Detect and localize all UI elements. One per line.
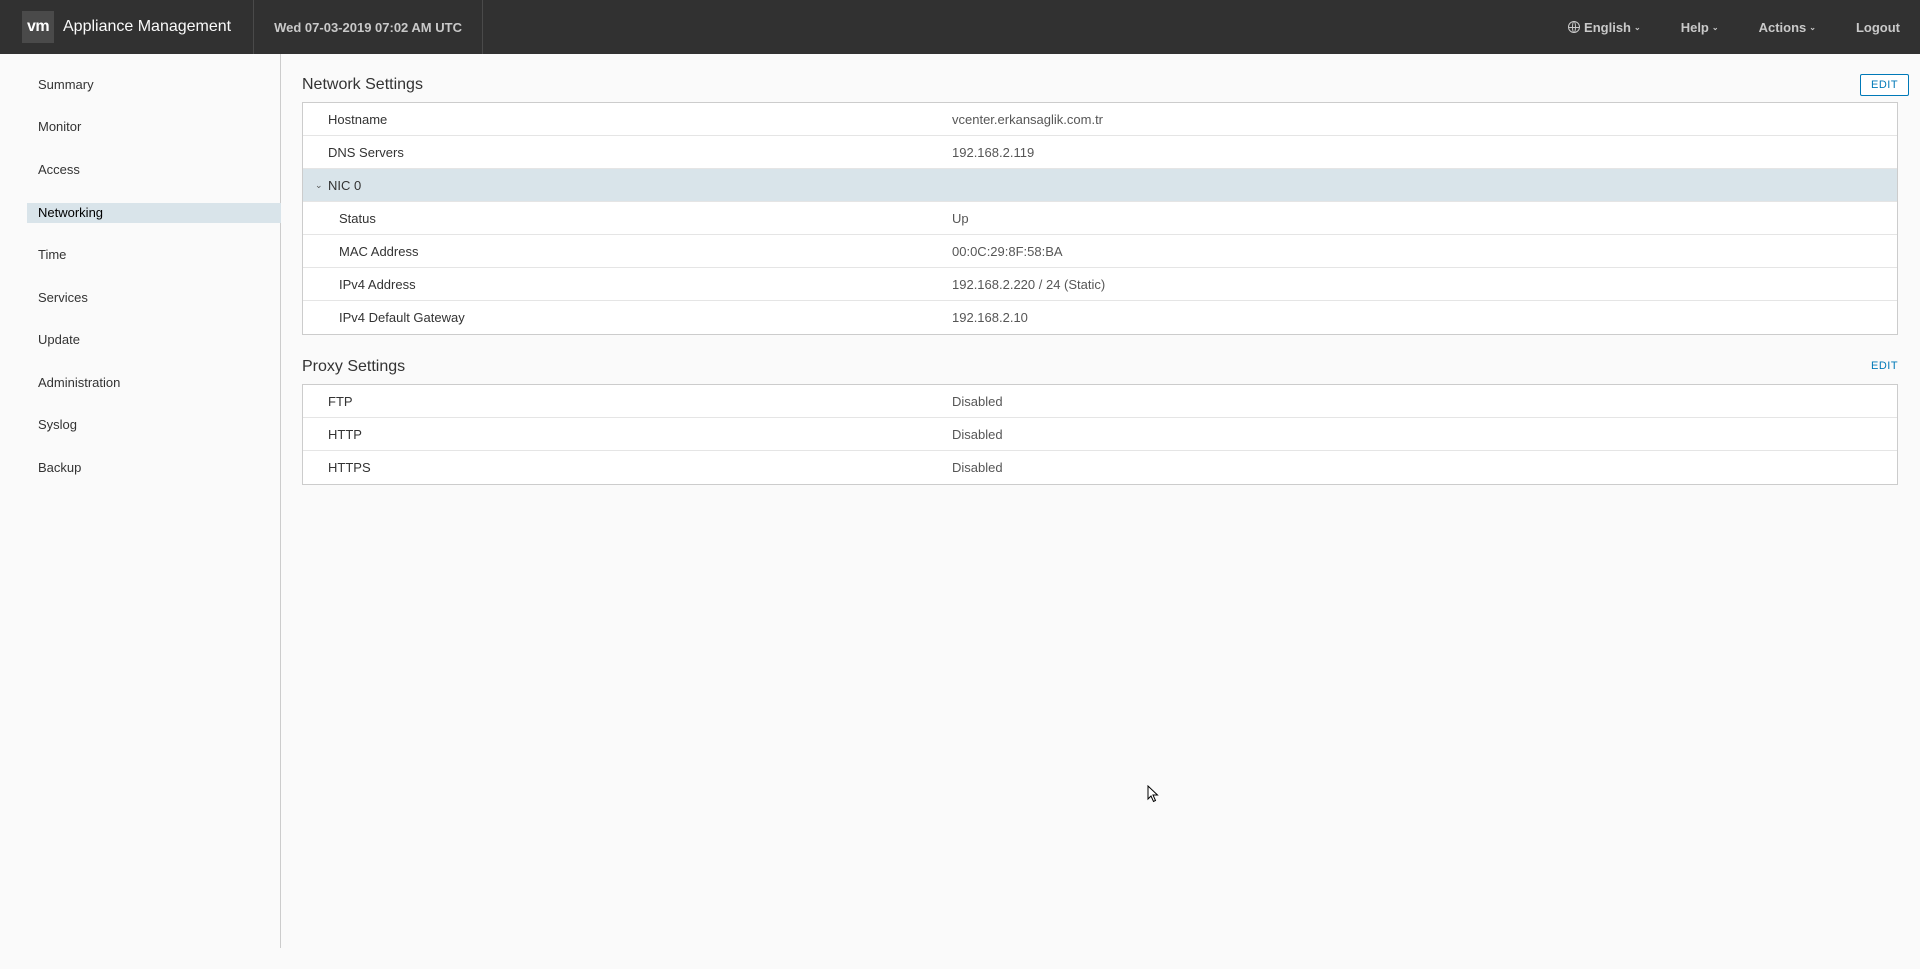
sidebar-item-syslog[interactable]: Syslog [27,415,281,435]
chevron-down-icon[interactable]: ⌄ [315,180,323,191]
table-row-gateway: IPv4 Default Gateway 192.168.2.10 [303,301,1897,334]
http-label: HTTP [328,426,362,442]
proxy-edit-button[interactable]: EDIT [1871,360,1898,372]
table-row-ftp: FTP Disabled [303,385,1897,418]
logout-button[interactable]: Logout [1836,0,1920,54]
sidebar-nav: Summary Monitor Access Networking Time S… [0,54,281,948]
sidebar-item-update[interactable]: Update [27,330,281,350]
network-settings-table: Hostname vcenter.erkansaglik.com.tr DNS … [302,102,1898,335]
brand[interactable]: vm Appliance Management [0,0,255,54]
dns-value: 192.168.2.119 [952,144,1035,160]
https-value: Disabled [952,460,1003,475]
language-menu[interactable]: English ⌄ [1548,0,1661,54]
nic-label: NIC 0 [328,177,362,193]
actions-label: Actions [1758,19,1807,35]
sidebar-item-access[interactable]: Access [27,160,281,180]
actions-menu[interactable]: Actions ⌄ [1739,0,1836,54]
vmware-logo-icon: vm [22,11,54,43]
proxy-settings-table: FTP Disabled HTTP Disabled HTTPS Disable… [302,384,1898,485]
chevron-down-icon: ⌄ [1711,22,1719,32]
ipv4-label: IPv4 Address [339,276,416,292]
sidebar-item-services[interactable]: Services [27,288,281,308]
sidebar-item-backup[interactable]: Backup [27,458,281,478]
dns-label: DNS Servers [328,144,404,160]
table-row-https: HTTPS Disabled [303,451,1897,484]
table-row-mac: MAC Address 00:0C:29:8F:58:BA [303,235,1897,268]
gateway-label: IPv4 Default Gateway [339,310,465,325]
network-edit-button[interactable]: EDIT [1860,74,1910,96]
status-value: Up [952,210,969,226]
chevron-down-icon: ⌄ [1809,22,1816,32]
hostname-value: vcenter.erkansaglik.com.tr [952,111,1104,127]
table-row-dns: DNS Servers 192.168.2.119 [303,136,1897,169]
chevron-down-icon: ⌄ [1634,22,1641,32]
sidebar-item-administration[interactable]: Administration [27,373,281,393]
proxy-settings-title: Proxy Settings [302,358,406,375]
table-row-ipv4: IPv4 Address 192.168.2.220 / 24 (Static) [303,268,1897,301]
header-datetime: Wed 07-03-2019 07:02 AM UTC [254,0,483,54]
mac-value: 00:0C:29:8F:58:BA [952,243,1063,259]
language-label: English [1584,19,1631,35]
table-row-status: Status Up [303,202,1897,235]
sidebar-item-summary[interactable]: Summary [27,75,281,95]
app-title: Appliance Management [63,18,232,35]
gateway-value: 192.168.2.10 [952,310,1028,325]
ftp-value: Disabled [952,393,1003,409]
sidebar-item-networking[interactable]: Networking [27,203,281,223]
top-header: vm Appliance Management Wed 07-03-2019 0… [0,0,1920,54]
help-label: Help [1680,19,1709,35]
table-row-http: HTTP Disabled [303,418,1897,451]
ipv4-value: 192.168.2.220 / 24 (Static) [952,276,1106,292]
ftp-label: FTP [328,393,353,409]
help-menu[interactable]: Help ⌄ [1661,0,1739,54]
mac-label: MAC Address [339,243,419,259]
network-settings-title: Network Settings [302,76,423,93]
status-label: Status [339,210,376,226]
table-row-hostname: Hostname vcenter.erkansaglik.com.tr [303,103,1897,136]
nic-group-row[interactable]: ⌄ NIC 0 [303,169,1897,202]
sidebar-item-monitor[interactable]: Monitor [27,117,281,137]
mouse-cursor-icon [1147,785,1159,803]
globe-icon [1568,21,1581,33]
http-value: Disabled [952,426,1003,442]
https-label: HTTPS [328,460,371,475]
hostname-label: Hostname [328,111,388,127]
sidebar-item-time[interactable]: Time [27,245,281,265]
